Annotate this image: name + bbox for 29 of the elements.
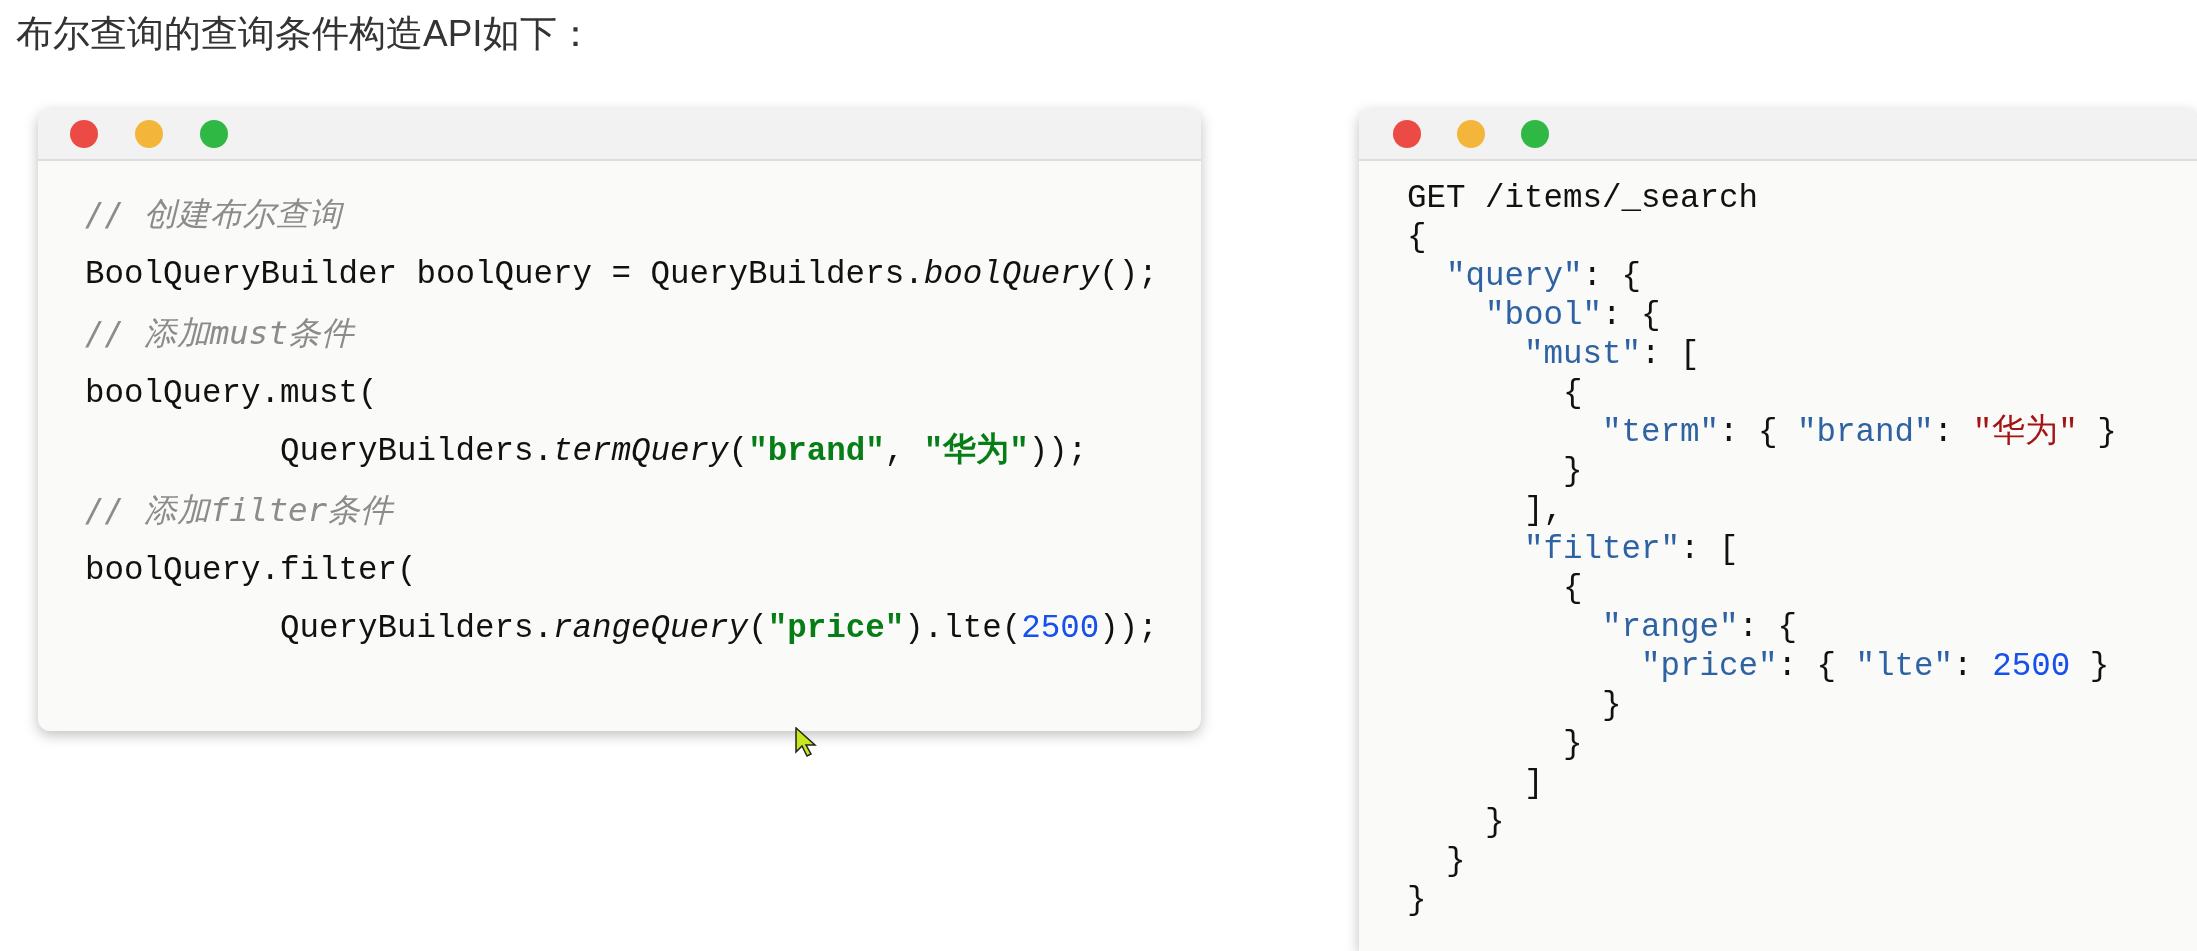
code-line: BoolQueryBuilder boolQuery = QueryBuilders.boolQuery(); [85,255,1158,295]
code-line: } [1445,842,1466,881]
code-line: ] [1523,764,1544,803]
code-line: "bool": { [1484,296,1661,335]
code-line: { [1562,569,1583,608]
code-line: "must": [ [1523,335,1700,374]
code-line: "term": { "brand": "华为" } [1601,413,2117,452]
mouse-cursor-icon [795,727,817,757]
code-line: "price": { "lte": 2500 } [1640,647,2110,686]
code-line: { [1407,218,1427,257]
code-line: QueryBuilders.termQuery("brand", "华为")); [279,431,1088,472]
code-line: } [1407,881,1427,920]
code-line: boolQuery.must( [85,374,378,414]
slide-heading: 布尔查询的查询条件构造API如下： [16,12,594,56]
code-line: } [1562,725,1583,764]
code-line: } [1601,686,1622,725]
code-line: } [1484,803,1505,842]
code-line: // 添加must条件 [85,313,354,354]
code-line: boolQuery.filter( [85,551,417,591]
code-line: "query": { [1445,257,1642,296]
code-line: GET /items/_search [1407,179,1759,218]
code-line: // 添加filter条件 [85,490,394,531]
code-line: } [1562,452,1583,491]
code-line: { [1562,374,1583,413]
code-line: ], [1523,491,1564,530]
code-line: "filter": [ [1523,530,1739,569]
code-line: // 创建布尔查询 [85,194,342,235]
code-line: QueryBuilders.rangeQuery("price").lte(2500)); [279,609,1158,649]
code-line: "range": { [1601,608,1798,647]
